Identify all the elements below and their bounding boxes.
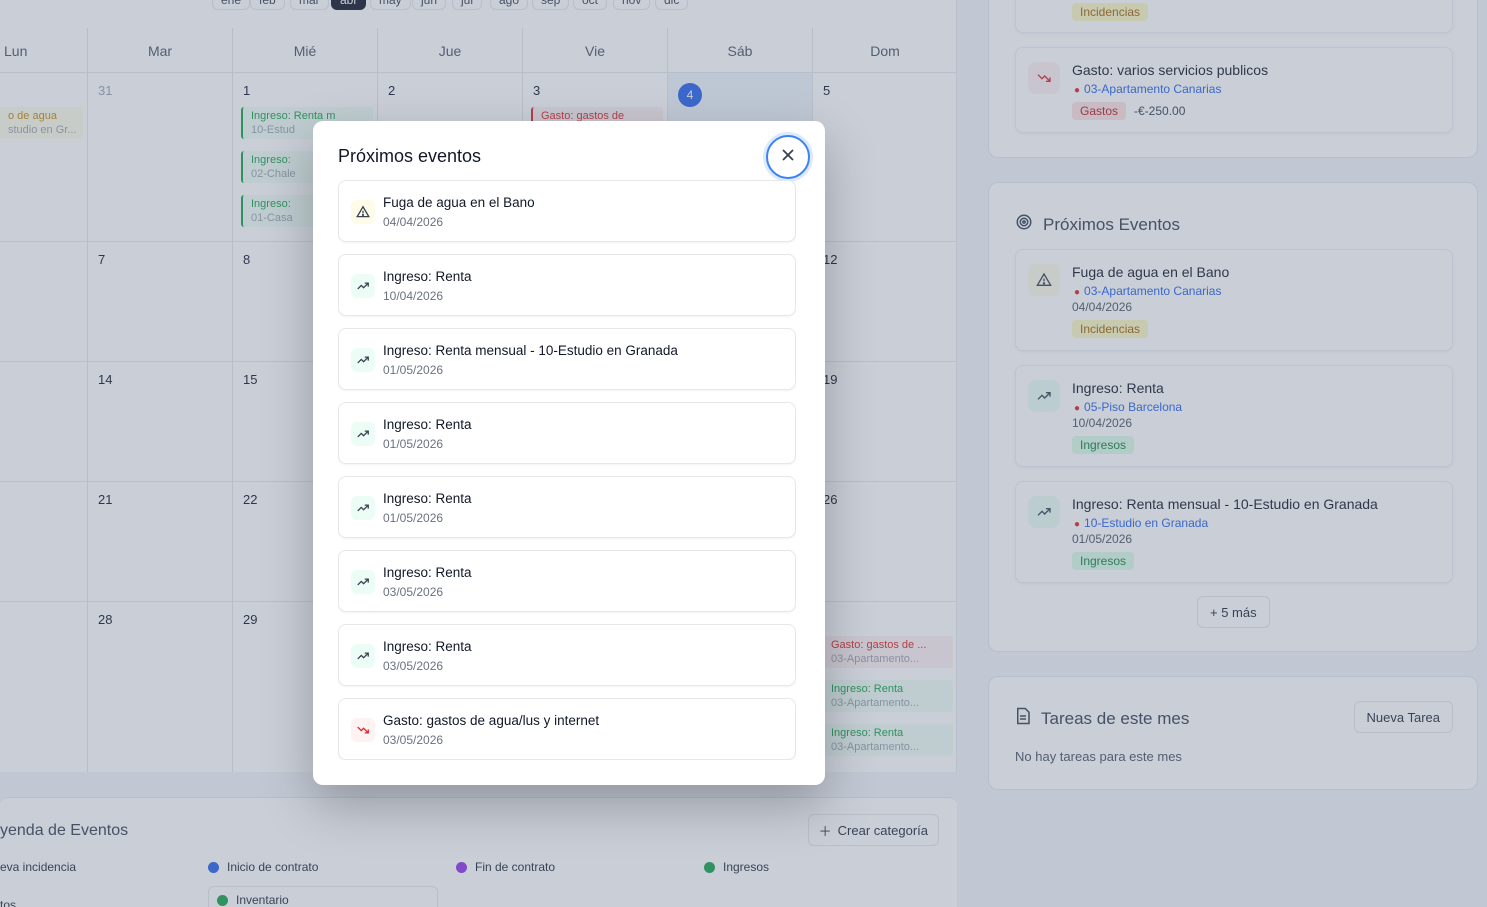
event-title: Ingreso: Renta — [383, 417, 472, 432]
trending-up-icon — [351, 422, 375, 446]
modal-event-item[interactable]: Ingreso: Renta 01/05/2026 — [338, 402, 796, 464]
event-date: 03/05/2026 — [383, 659, 444, 673]
modal-event-item[interactable]: Ingreso: Renta 10/04/2026 — [338, 254, 796, 316]
modal-event-item[interactable]: Ingreso: Renta 01/05/2026 — [338, 476, 796, 538]
event-date: 03/05/2026 — [383, 733, 444, 747]
event-date: 03/05/2026 — [383, 585, 444, 599]
close-button[interactable] — [766, 135, 810, 179]
modal-event-item[interactable]: Ingreso: Renta 03/05/2026 — [338, 624, 796, 686]
close-icon — [781, 148, 795, 167]
event-date: 01/05/2026 — [383, 437, 444, 451]
trending-up-icon — [351, 496, 375, 520]
trending-up-icon — [351, 348, 375, 372]
upcoming-events-modal: Próximos eventos Fuga de agua en el Bano… — [313, 121, 825, 785]
event-date: 04/04/2026 — [383, 215, 444, 229]
trending-up-icon — [351, 570, 375, 594]
modal-event-list: Fuga de agua en el Bano 04/04/2026 Ingre… — [338, 180, 796, 760]
modal-event-item[interactable]: Ingreso: Renta 03/05/2026 — [338, 550, 796, 612]
modal-event-item[interactable]: Ingreso: Renta mensual - 10-Estudio en G… — [338, 328, 796, 390]
trending-down-icon — [351, 718, 375, 742]
event-title: Ingreso: Renta — [383, 639, 472, 654]
event-date: 01/05/2026 — [383, 363, 444, 377]
event-title: Ingreso: Renta — [383, 269, 472, 284]
event-date: 10/04/2026 — [383, 289, 444, 303]
event-title: Gasto: gastos de agua/lus y internet — [383, 713, 600, 728]
event-title: Fuga de agua en el Bano — [383, 195, 535, 210]
warning-icon — [351, 200, 375, 224]
modal-event-item[interactable]: Gasto: gastos de agua/lus y internet 03/… — [338, 698, 796, 760]
trending-up-icon — [351, 274, 375, 298]
trending-up-icon — [351, 644, 375, 668]
event-title: Ingreso: Renta mensual - 10-Estudio en G… — [383, 343, 678, 358]
modal-title: Próximos eventos — [338, 146, 482, 166]
event-title: Ingreso: Renta — [383, 565, 472, 580]
event-date: 01/05/2026 — [383, 511, 444, 525]
modal-event-item[interactable]: Fuga de agua en el Bano 04/04/2026 — [338, 180, 796, 242]
event-title: Ingreso: Renta — [383, 491, 472, 506]
